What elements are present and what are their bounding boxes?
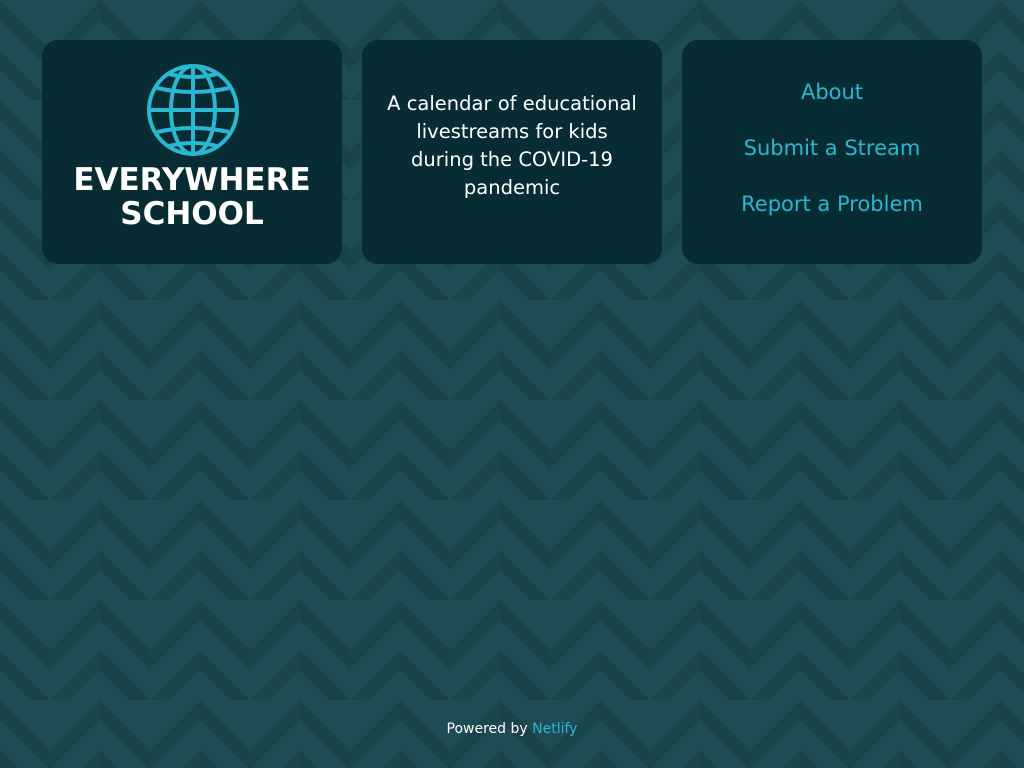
report-problem-link[interactable]: Report a Problem — [682, 191, 982, 217]
nav-card: About Submit a Stream Report a Problem — [682, 40, 982, 264]
logo-card: EVERYWHERE SCHOOL — [42, 40, 342, 264]
site-tagline: A calendar of educational livestreams fo… — [387, 92, 637, 199]
submit-stream-link[interactable]: Submit a Stream — [682, 135, 982, 161]
tagline-card: A calendar of educational livestreams fo… — [362, 40, 662, 264]
footer: Powered by Netlify — [0, 719, 1024, 739]
footer-prefix: Powered by — [446, 721, 533, 737]
logo-wordmark-line2: SCHOOL — [120, 196, 264, 232]
globe-icon — [147, 64, 239, 156]
netlify-link[interactable]: Netlify — [532, 721, 577, 737]
about-link[interactable]: About — [682, 79, 982, 105]
logo-wordmark-line1: EVERYWHERE — [73, 162, 311, 198]
